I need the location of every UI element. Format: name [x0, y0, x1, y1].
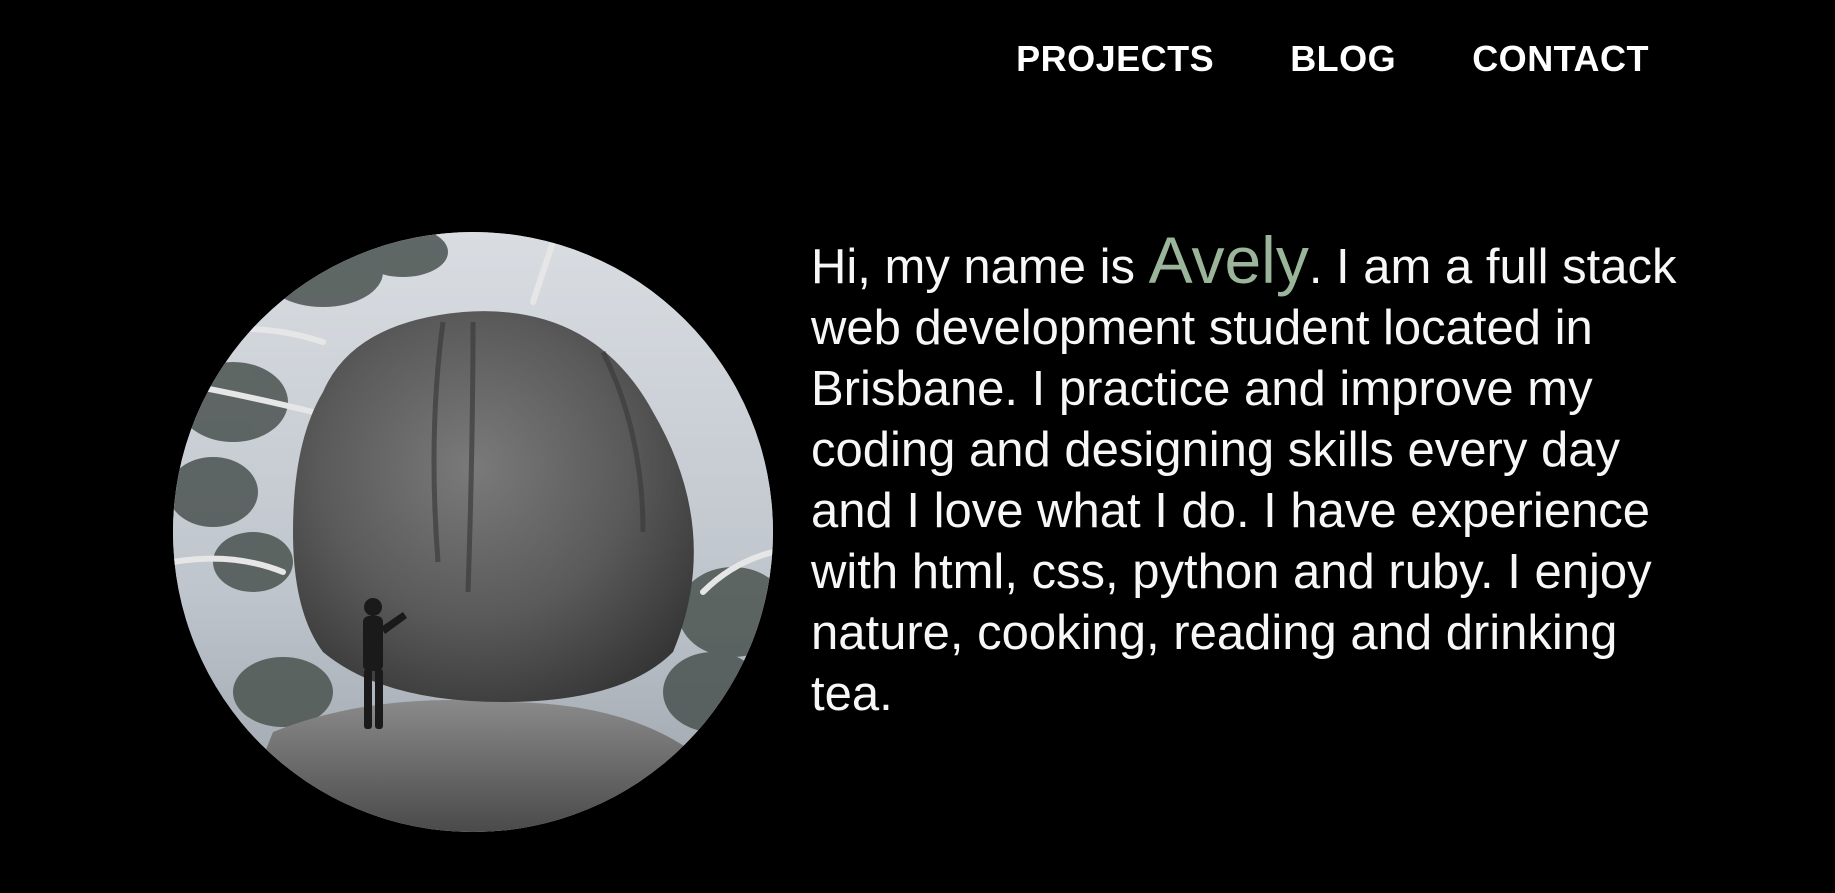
- intro-suffix: . I am a full stack web development stud…: [811, 240, 1677, 721]
- nav-link-blog[interactable]: BLOG: [1290, 38, 1396, 80]
- top-navigation: PROJECTS BLOG CONTACT: [1016, 38, 1649, 80]
- profile-photo-image: [173, 232, 773, 832]
- intro-name: Avely: [1148, 223, 1309, 297]
- intro-paragraph: Hi, my name is Avely. I am a full stack …: [811, 227, 1681, 725]
- page: PROJECTS BLOG CONTACT Hi, my name is Ave…: [0, 0, 1835, 893]
- nav-link-contact[interactable]: CONTACT: [1472, 38, 1649, 80]
- profile-photo: [173, 232, 773, 832]
- nav-link-projects[interactable]: PROJECTS: [1016, 38, 1214, 80]
- intro-prefix: Hi, my name is: [811, 240, 1149, 294]
